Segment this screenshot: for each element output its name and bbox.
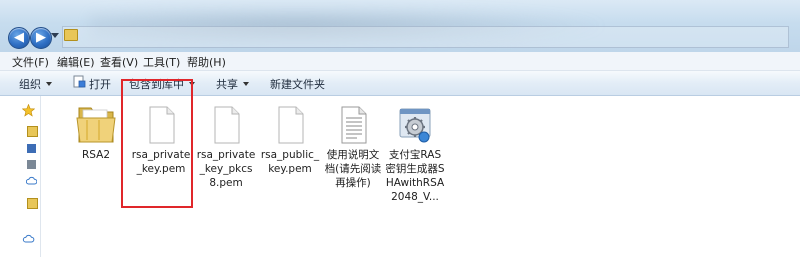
file-name: 支付宝RAS密钥生成器SHAwithRSA2048_V... [385, 149, 445, 203]
organize-button[interactable]: 组织 [19, 76, 52, 92]
application-gear-icon [399, 108, 431, 143]
chevron-down-icon [46, 82, 52, 86]
new-folder-button[interactable]: 新建文件夹 [270, 76, 325, 92]
file-name: RSA2 [81, 149, 111, 161]
back-arrow-icon: ◀ [14, 30, 24, 45]
history-dropdown-icon[interactable] [51, 33, 59, 38]
menu-edit[interactable]: 编辑(E) [57, 54, 95, 70]
file-item-instructions-document[interactable]: 使用说明文档(请先阅读再操作) [322, 104, 384, 190]
document-icon [214, 106, 240, 144]
back-button[interactable]: ◀ [8, 27, 30, 49]
text-document-icon [341, 106, 367, 144]
menu-tools[interactable]: 工具(T) [143, 54, 180, 70]
menu-view[interactable]: 查看(V) [100, 54, 138, 70]
menu-bar: 文件(F) 编辑(E) 查看(V) 工具(T) 帮助(H) [0, 52, 800, 71]
document-icon [278, 106, 304, 144]
file-item-key-generator-app[interactable]: 支付宝RAS密钥生成器SHAwithRSA2048_V... [384, 104, 446, 204]
file-name: 使用说明文档(请先阅读再操作) [324, 149, 382, 189]
open-button[interactable]: 打开 [89, 76, 111, 92]
file-item-rsa-private-key-pkcs8[interactable]: rsa_private_key_pkcs8.pem [195, 104, 257, 190]
file-item-rsa2-folder[interactable]: RSA2 [65, 104, 127, 162]
folder-icon[interactable] [27, 198, 38, 209]
forward-arrow-icon: ▶ [36, 30, 46, 45]
address-field[interactable] [62, 26, 789, 48]
menu-file[interactable]: 文件(F) [12, 54, 49, 70]
open-file-icon [73, 75, 86, 88]
desktop-icon[interactable] [27, 144, 36, 153]
folder-icon[interactable] [27, 126, 38, 137]
forward-button[interactable]: ▶ [30, 27, 52, 49]
folder-icon [64, 29, 78, 41]
favorites-star-icon[interactable] [22, 104, 35, 117]
menu-help[interactable]: 帮助(H) [187, 54, 226, 70]
cloud-icon[interactable] [26, 176, 37, 185]
navigation-pane [0, 96, 41, 257]
address-bar-area: ◀ ▶ [0, 0, 800, 52]
folder-icon [76, 107, 116, 143]
share-button[interactable]: 共享 [216, 76, 249, 92]
computer-icon[interactable] [27, 160, 36, 169]
cloud-icon[interactable] [22, 234, 35, 243]
file-name: rsa_private_key_pkcs8.pem [196, 149, 256, 189]
selection-highlight-box [121, 79, 193, 208]
command-bar: 组织 打开 包含到库中 共享 新建文件夹 [0, 71, 800, 96]
file-name: rsa_public_key.pem [260, 149, 320, 175]
chevron-down-icon [243, 82, 249, 86]
file-item-rsa-public-key[interactable]: rsa_public_key.pem [259, 104, 321, 176]
